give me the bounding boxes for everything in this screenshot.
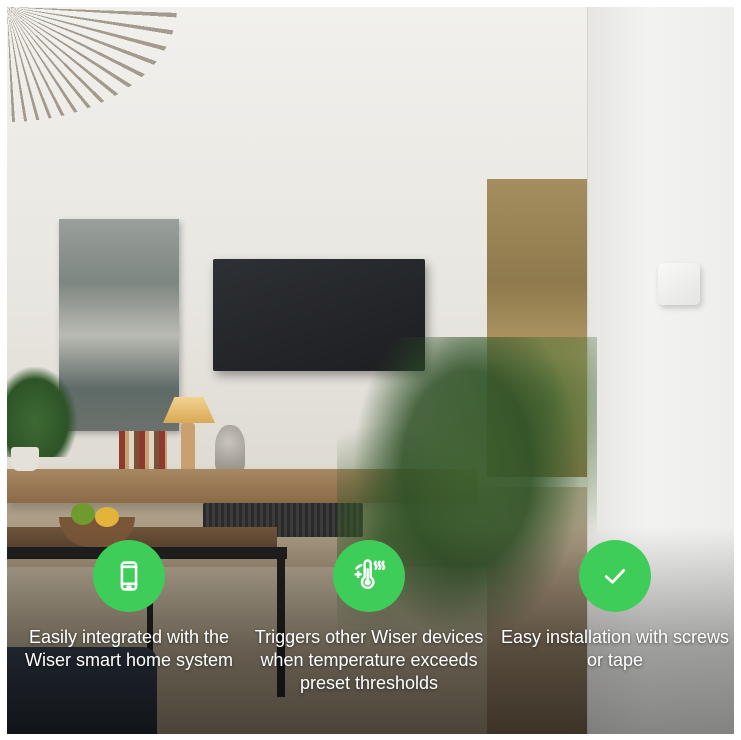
checkmark-icon bbox=[579, 540, 651, 612]
feature-caption: Easily integrated with the Wiser smart h… bbox=[24, 627, 234, 670]
fruit-lemon bbox=[95, 507, 119, 527]
books bbox=[119, 431, 167, 473]
feature-caption: Triggers other Wiser devices when temper… bbox=[254, 627, 484, 693]
abstract-painting bbox=[59, 219, 179, 431]
feature-triggers: Triggers other Wiser devices when temper… bbox=[249, 540, 489, 695]
thermometer-heat-icon bbox=[333, 540, 405, 612]
wiser-temperature-sensor bbox=[658, 263, 700, 305]
fruit-apple bbox=[71, 503, 95, 525]
smartphone-icon bbox=[93, 540, 165, 612]
sculpture-bust bbox=[215, 425, 245, 473]
plant-pot bbox=[11, 447, 39, 471]
feature-caption: Easy installation with screws or tape bbox=[500, 627, 730, 670]
feature-installation: Easy installation with screws or tape bbox=[495, 540, 735, 672]
potted-plant bbox=[7, 367, 77, 457]
feature-list: Easily integrated with the Wiser smart h… bbox=[7, 540, 734, 720]
feature-integration: Easily integrated with the Wiser smart h… bbox=[9, 540, 249, 672]
